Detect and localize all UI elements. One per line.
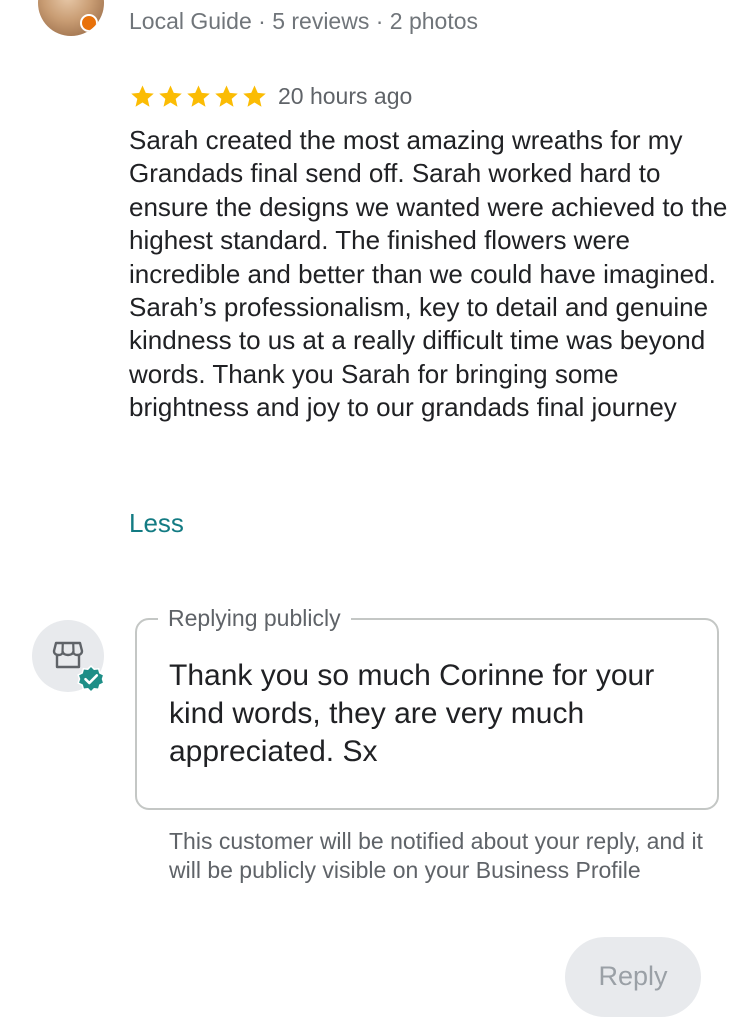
rating-row: 20 hours ago	[129, 80, 412, 112]
star-rating	[129, 83, 268, 110]
reviewer-meta: Local Guide · 5 reviews · 2 photos	[129, 8, 479, 34]
review-paragraph: Sarah created the most amazing wreaths f…	[129, 125, 728, 289]
star-icon	[131, 84, 154, 107]
star-icon	[215, 84, 238, 107]
star-icon	[243, 84, 266, 107]
less-link[interactable]: Less	[129, 508, 184, 539]
star-icon	[187, 84, 210, 107]
star-icon	[159, 84, 182, 107]
reply-notice: This customer will be notified about you…	[169, 828, 703, 883]
local-guide-badge-icon	[80, 14, 98, 32]
reviewer-avatar[interactable]	[38, 0, 104, 36]
reply-button[interactable]: Reply	[565, 937, 701, 1017]
verified-badge-icon	[77, 664, 105, 694]
reply-field-label: Replying publicly	[158, 605, 351, 632]
review-paragraph: Sarah’s professionalism, key to detail a…	[129, 292, 709, 423]
review-time: 20 hours ago	[278, 82, 413, 109]
review-text: Sarah created the most amazing wreaths f…	[129, 124, 729, 425]
reply-text[interactable]: Thank you so much Corinne for your kind …	[169, 657, 699, 771]
